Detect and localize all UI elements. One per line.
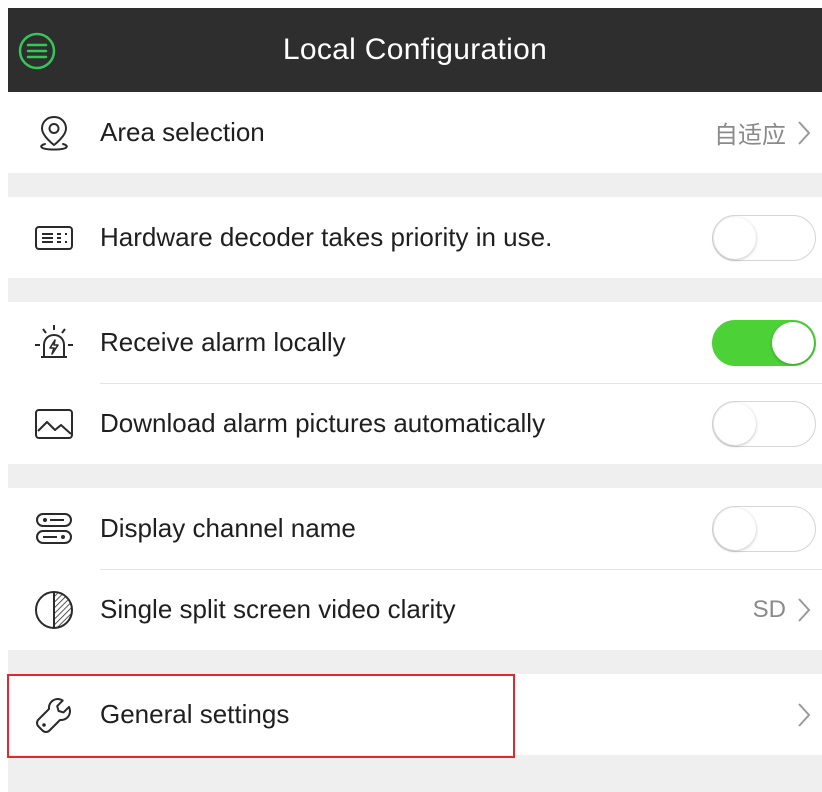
toggle-knob	[772, 321, 814, 364]
alarm-siren-icon	[35, 324, 73, 358]
area-group: Area selection 自适应	[8, 92, 822, 173]
local-configuration-screen: Local Configuration Area selection 自适应 H…	[8, 8, 822, 792]
picture-icon	[35, 408, 73, 439]
location-pin-icon	[40, 115, 68, 151]
display-group: Display channel name Single split screen…	[8, 488, 822, 650]
receive-alarm-label: Receive alarm locally	[100, 327, 346, 357]
hardware-decoder-toggle[interactable]	[712, 214, 816, 261]
channel-name-icon	[36, 512, 72, 544]
hardware-decoder-row: Hardware decoder takes priority in use.	[8, 197, 822, 278]
menu-circle-icon	[18, 32, 56, 70]
display-channel-row: Display channel name	[8, 488, 822, 569]
decoder-group: Hardware decoder takes priority in use.	[8, 197, 822, 278]
display-channel-label: Display channel name	[100, 513, 356, 543]
toggle-knob	[714, 402, 756, 445]
wrench-icon	[36, 697, 71, 733]
toggle-knob	[714, 507, 756, 550]
video-clarity-value: SD	[752, 595, 786, 623]
toggle-knob	[714, 216, 756, 259]
general-group: General settings	[8, 674, 822, 755]
alarm-group: Receive alarm locally Download alarm pic…	[8, 302, 822, 464]
download-pictures-toggle[interactable]	[712, 400, 816, 447]
video-clarity-label: Single split screen video clarity	[100, 594, 456, 624]
page-title: Local Configuration	[282, 33, 548, 66]
menu-button[interactable]	[16, 30, 58, 72]
receive-alarm-row: Receive alarm locally	[8, 302, 822, 383]
half-circle-icon	[35, 590, 73, 629]
download-pictures-row: Download alarm pictures automatically	[8, 383, 822, 464]
video-clarity-row[interactable]: Single split screen video clarity SD	[8, 569, 822, 650]
area-selection-value: 自适应	[714, 122, 786, 149]
chevron-right-icon	[798, 702, 811, 727]
chevron-right-icon	[798, 597, 811, 622]
area-selection-label: Area selection	[100, 117, 265, 147]
general-settings-label: General settings	[100, 699, 290, 729]
display-channel-toggle[interactable]	[712, 505, 816, 552]
receive-alarm-toggle[interactable]	[712, 319, 816, 366]
download-pictures-label: Download alarm pictures automatically	[100, 408, 546, 438]
top-bar: Local Configuration	[8, 8, 822, 92]
general-settings-row[interactable]: General settings	[8, 674, 822, 755]
area-selection-row[interactable]: Area selection 自适应	[8, 92, 822, 173]
hardware-decoder-label: Hardware decoder takes priority in use.	[100, 222, 553, 252]
decoder-card-icon	[35, 225, 73, 250]
chevron-right-icon	[798, 120, 811, 145]
